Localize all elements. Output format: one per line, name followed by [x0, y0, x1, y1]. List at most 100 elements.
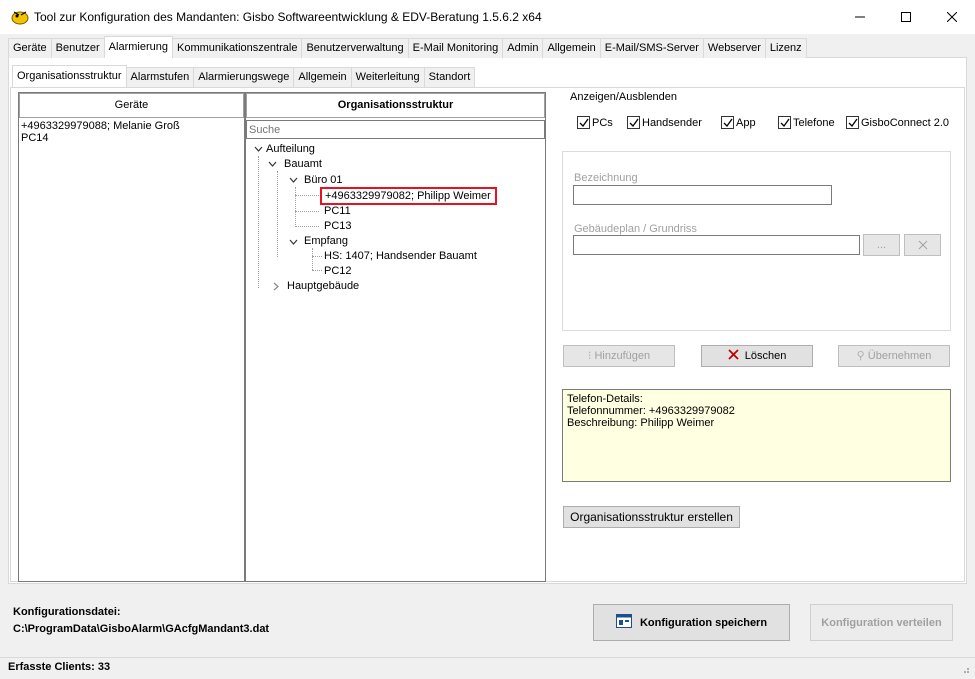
distribute-config-button[interactable]: Konfiguration verteilen [810, 604, 953, 641]
list-item[interactable]: PC14 [21, 132, 242, 144]
checkbox-check-icon [778, 116, 791, 129]
delete-icon [728, 349, 745, 362]
add-icon: ⁝ [587, 350, 592, 362]
add-button-label: Hinzufügen [594, 350, 651, 362]
tree-node-buero[interactable]: Büro 01 [304, 173, 343, 187]
chevron-down-icon[interactable] [268, 159, 277, 170]
checkbox-label: GisboConnect 2.0 [861, 116, 950, 129]
gebaeudeplan-label: Gebäudeplan / Grundriss [574, 223, 697, 235]
details-description: Beschreibung: Philipp Weimer [567, 417, 715, 429]
tree-node-pc11[interactable]: PC11 [324, 204, 351, 218]
tree-node-bauamt[interactable]: Bauamt [284, 157, 322, 171]
config-file-label: Konfigurationsdatei: [13, 606, 121, 618]
chevron-right-icon[interactable] [273, 282, 279, 294]
create-org-structure-button[interactable]: Organisationsstruktur erstellen [563, 506, 740, 528]
checkbox-app[interactable]: App [721, 116, 756, 129]
tab-benutzer[interactable]: Benutzer [50, 38, 105, 58]
delete-button-label: Löschen [744, 350, 787, 362]
chevron-down-icon[interactable] [254, 144, 263, 155]
list-item[interactable]: +4963329979088; Melanie Groß [21, 120, 242, 132]
details-phone-number: Telefonnummer: +4963329979082 [567, 405, 735, 417]
tree-node-aufteilung[interactable]: Aufteilung [266, 142, 315, 156]
tree-line [312, 270, 322, 271]
checkbox-pcs[interactable]: PCs [577, 116, 613, 129]
tab-alarmierung[interactable]: Alarmierung [103, 36, 173, 58]
tab-email-monitoring[interactable]: E-Mail Monitoring [407, 38, 504, 58]
tree-line [295, 211, 319, 212]
tab-weiterleitung[interactable]: Weiterleitung [350, 67, 425, 87]
tree-node-empfang[interactable]: Empfang [304, 234, 348, 248]
pin-icon: ⚲ [856, 350, 865, 362]
devices-list[interactable]: Geräte +4963329979088; Melanie Groß PC14 [18, 92, 245, 582]
tab-organisationsstruktur[interactable]: Organisationsstruktur [12, 65, 127, 87]
tree-node-hauptgebaeude[interactable]: Hauptgebäude [287, 279, 359, 293]
tab-email-sms-server[interactable]: E-Mail/SMS-Server [599, 38, 704, 58]
tab-kommunikationszentrale[interactable]: Kommunikationszentrale [171, 38, 303, 58]
tree-line [295, 195, 319, 196]
tree-line [258, 156, 259, 288]
tab-standort[interactable]: Standort [423, 67, 476, 87]
chevron-down-icon[interactable] [289, 175, 298, 186]
tab-lizenz[interactable]: Lizenz [764, 38, 807, 58]
tree-line [295, 187, 296, 227]
checkbox-label: Telefone [793, 116, 835, 129]
checkbox-gisboconnect[interactable]: GisboConnect 2.0 [846, 116, 949, 129]
apply-button-label: Übernehmen [867, 350, 932, 362]
search-input[interactable] [246, 120, 545, 139]
devices-column-header[interactable]: Geräte [19, 93, 244, 118]
org-column-header[interactable]: Organisationsstruktur [246, 93, 545, 118]
save-config-label: Konfiguration speichern [639, 616, 768, 629]
tab-webserver[interactable]: Webserver [702, 38, 766, 58]
checkbox-check-icon [846, 116, 859, 129]
app-logo-icon [11, 9, 29, 25]
checkbox-check-icon [721, 116, 734, 129]
close-button[interactable] [929, 0, 975, 34]
inner-tab-strip: Organisationsstruktur Alarmstufen Alarmi… [12, 65, 476, 87]
outer-tab-strip: Geräte Benutzer Alarmierung Kommunikatio… [8, 36, 807, 58]
tab-allgemein-inner[interactable]: Allgemein [293, 67, 352, 87]
tab-alarmstufen[interactable]: Alarmstufen [125, 67, 195, 87]
status-bar [0, 657, 975, 679]
save-icon [615, 614, 632, 631]
close-icon [918, 239, 928, 251]
org-tree[interactable]: Aufteilung Bauamt Büro 01 +4963329979082… [246, 140, 545, 581]
tree-node-handsender[interactable]: HS: 1407; Handsender Bauamt [324, 249, 477, 263]
save-config-button[interactable]: Konfiguration speichern [593, 604, 790, 641]
phone-details-box: Telefon-Details: Telefonnummer: +4963329… [562, 389, 951, 482]
bezeichnung-field[interactable] [573, 185, 832, 205]
add-button[interactable]: ⁝ Hinzufügen [563, 345, 675, 367]
gebaeudeplan-field[interactable] [573, 235, 860, 255]
show-hide-title: Anzeigen/Ausblenden [568, 91, 680, 103]
tab-allgemein[interactable]: Allgemein [542, 38, 601, 58]
tab-geraete[interactable]: Geräte [8, 38, 52, 58]
checkbox-label: Handsender [642, 116, 702, 129]
checkbox-check-icon [627, 116, 640, 129]
tree-line [277, 171, 278, 257]
checkbox-telefone[interactable]: Telefone [778, 116, 835, 129]
tab-admin[interactable]: Admin [502, 38, 544, 58]
resize-grip-icon[interactable] [960, 664, 970, 674]
tree-node-pc13[interactable]: PC13 [324, 219, 352, 233]
checkbox-label: PCs [592, 116, 613, 129]
clear-plan-button[interactable] [904, 234, 941, 256]
apply-button[interactable]: ⚲ Übernehmen [838, 345, 950, 367]
chevron-down-icon[interactable] [289, 237, 298, 248]
maximize-button[interactable] [883, 0, 929, 34]
details-heading: Telefon-Details: [567, 393, 643, 405]
browse-button[interactable]: ... [863, 234, 900, 256]
tree-node-pc12[interactable]: PC12 [324, 264, 352, 278]
tab-benutzerverwaltung[interactable]: Benutzerverwaltung [301, 38, 409, 58]
config-file-path: C:\ProgramData\GisboAlarm\GAcfgMandant3.… [13, 623, 270, 635]
tree-node-selected[interactable]: +4963329979082; Philipp Weimer [320, 187, 497, 205]
tab-alarmierungswege[interactable]: Alarmierungswege [193, 67, 295, 87]
checkbox-handsender[interactable]: Handsender [627, 116, 702, 129]
minimize-button[interactable] [837, 0, 883, 34]
status-clients-count: Erfasste Clients: 33 [8, 661, 111, 673]
tree-line [312, 248, 313, 270]
bezeichnung-label: Bezeichnung [574, 172, 638, 184]
checkbox-label: App [736, 116, 756, 129]
window-title: Tool zur Konfiguration des Mandanten: Gi… [34, 10, 542, 24]
tree-line [312, 256, 322, 257]
tree-line [295, 226, 319, 227]
delete-button[interactable]: Löschen [701, 345, 813, 367]
